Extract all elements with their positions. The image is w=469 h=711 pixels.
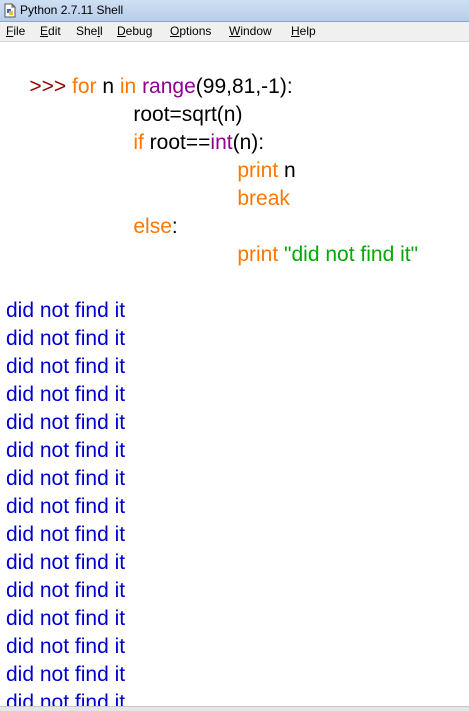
window-bottom-edge [0,706,469,711]
output-line: did not find it [6,635,126,658]
code-line-break: break [237,187,290,210]
shell-editor[interactable]: >>> for n in range(99,81,-1): root=sqrt(… [0,42,469,706]
menu-shell[interactable]: Shell [76,24,103,38]
output-line: did not find it [6,383,126,406]
shell-prompt: >>> [29,75,67,98]
code-line-if: if root==int(n): [133,131,265,154]
menu-window[interactable]: Window [229,24,272,38]
output-line: did not find it [6,579,126,602]
code-line-print-n: print n [237,159,296,182]
output-line: did not find it [6,691,126,706]
output-line: did not find it [6,327,126,350]
code-line-root: root=sqrt(n) [133,103,243,126]
code-line-else: else: [133,215,178,238]
title-bar: Python 2.7.11 Shell [0,0,469,22]
menu-options[interactable]: Options [170,24,211,38]
menu-bar: File Edit Shell Debug Options Window Hel… [0,22,469,42]
output-line: did not find it [6,299,126,322]
menu-file[interactable]: File [6,24,25,38]
output-line: did not find it [6,411,126,434]
menu-debug[interactable]: Debug [117,24,152,38]
code-line-for: >>> for n in range(99,81,-1): [29,75,293,98]
menu-help[interactable]: Help [291,24,316,38]
output-line: did not find it [6,355,126,378]
window-title: Python 2.7.11 Shell [20,3,124,17]
python-app-icon[interactable] [3,3,17,18]
output-line: did not find it [6,663,126,686]
code-line-print-string: print "did not find it" [237,243,419,266]
output-line: did not find it [6,467,126,490]
output-line: did not find it [6,495,126,518]
output-line: did not find it [6,551,126,574]
menu-edit[interactable]: Edit [40,24,61,38]
output-line: did not find it [6,523,126,546]
output-line: did not find it [6,607,126,630]
output-line: did not find it [6,439,126,462]
